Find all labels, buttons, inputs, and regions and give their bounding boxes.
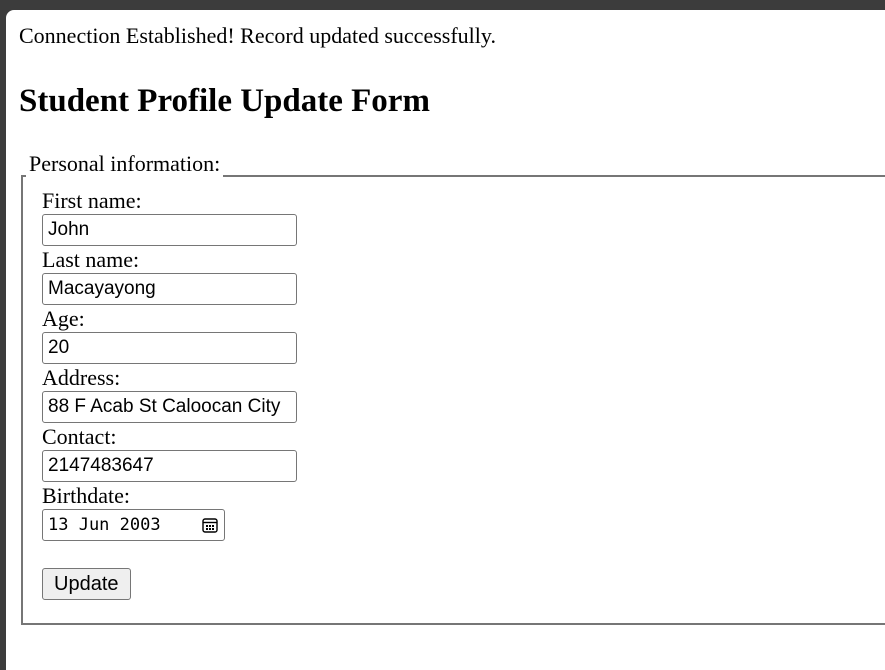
birthdate-label: Birthdate: bbox=[42, 483, 130, 508]
first-name-input[interactable]: John bbox=[42, 214, 297, 246]
first-name-label: First name: bbox=[42, 188, 142, 213]
page-viewport: Connection Established! Record updated s… bbox=[6, 10, 885, 670]
age-input[interactable]: 20 bbox=[42, 332, 297, 364]
calendar-icon[interactable] bbox=[202, 517, 218, 533]
last-name-label: Last name: bbox=[42, 247, 140, 272]
contact-input[interactable]: 2147483647 bbox=[42, 450, 297, 482]
address-input[interactable]: 88 F Acab St Caloocan City bbox=[42, 391, 297, 423]
page-title: Student Profile Update Form bbox=[19, 83, 430, 119]
update-button[interactable]: Update bbox=[42, 568, 131, 600]
age-label: Age: bbox=[42, 306, 85, 331]
birthdate-input[interactable]: 13 Jun 2003 bbox=[42, 509, 225, 541]
last-name-input[interactable]: Macayayong bbox=[42, 273, 297, 305]
birthdate-value: 13 Jun 2003 bbox=[48, 515, 161, 535]
contact-label: Contact: bbox=[42, 424, 117, 449]
status-message: Connection Established! Record updated s… bbox=[19, 23, 496, 48]
address-label: Address: bbox=[42, 365, 121, 390]
fieldset-legend: Personal information: bbox=[26, 151, 224, 177]
